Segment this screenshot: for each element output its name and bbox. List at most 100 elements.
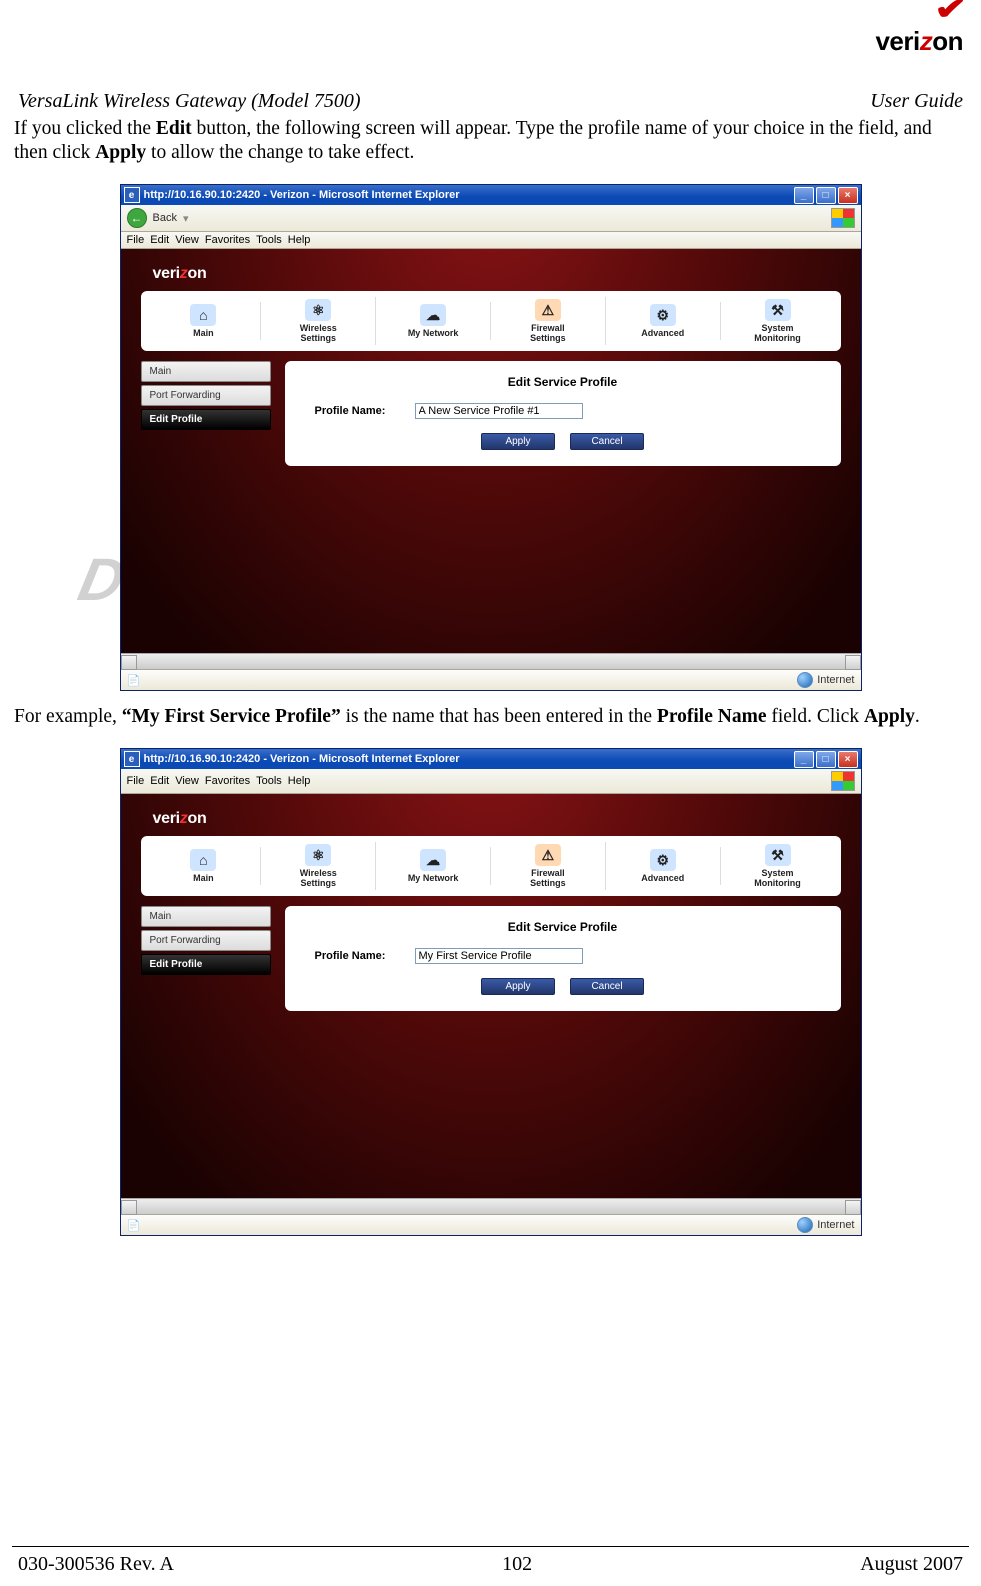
cancel-button[interactable]: Cancel xyxy=(570,433,644,450)
close-button[interactable]: × xyxy=(838,187,858,204)
profile-name-input[interactable] xyxy=(415,948,583,964)
ie-app-icon: e xyxy=(124,187,140,203)
nav-wireless[interactable]: ⚛Wireless Settings xyxy=(261,842,376,890)
ie-toolbar: ← Back ▾ xyxy=(121,205,861,232)
status-page-icon: 📄 xyxy=(127,674,141,687)
side-port-forwarding[interactable]: Port Forwarding xyxy=(141,385,271,406)
profile-name-input[interactable] xyxy=(415,403,583,419)
apply-button[interactable]: Apply xyxy=(481,433,555,450)
window-titlebar: e http://10.16.90.10:2420 - Verizon - Mi… xyxy=(121,185,861,205)
cancel-button[interactable]: Cancel xyxy=(570,978,644,995)
internet-zone-icon xyxy=(797,1217,813,1233)
doc-role: User Guide xyxy=(870,90,963,113)
side-edit-profile[interactable]: Edit Profile xyxy=(141,409,271,430)
side-menu: Main Port Forwarding Edit Profile xyxy=(141,361,271,466)
monitoring-icon: ⚒ xyxy=(765,299,791,321)
brand-name: verizon xyxy=(875,26,963,56)
profile-name-label: Profile Name: xyxy=(315,405,405,417)
ie-app-icon: e xyxy=(124,751,140,767)
back-label[interactable]: Back xyxy=(153,212,177,224)
nav-main[interactable]: ⌂Main xyxy=(147,847,262,885)
footer-right: August 2007 xyxy=(860,1553,963,1576)
close-button[interactable]: × xyxy=(838,751,858,768)
side-menu: Main Port Forwarding Edit Profile xyxy=(141,906,271,1011)
window-title: http://10.16.90.10:2420 - Verizon - Micr… xyxy=(144,753,794,765)
windows-flag-icon xyxy=(831,771,855,791)
advanced-icon: ⚙ xyxy=(650,304,676,326)
footer-left: 030-300536 Rev. A xyxy=(18,1553,174,1576)
side-main[interactable]: Main xyxy=(141,906,271,927)
nav-system-monitoring[interactable]: ⚒System Monitoring xyxy=(721,842,835,890)
network-icon: ☁ xyxy=(420,849,446,871)
monitoring-icon: ⚒ xyxy=(765,844,791,866)
nav-my-network[interactable]: ☁My Network xyxy=(376,847,491,885)
maximize-button[interactable]: □ xyxy=(816,751,836,768)
network-icon: ☁ xyxy=(420,304,446,326)
router-page: verizon ⌂Main ⚛Wireless Settings ☁My Net… xyxy=(121,794,861,1198)
wireless-icon: ⚛ xyxy=(305,844,331,866)
side-main[interactable]: Main xyxy=(141,361,271,382)
status-page-icon: 📄 xyxy=(127,1219,141,1232)
horizontal-scrollbar[interactable] xyxy=(121,653,861,669)
back-icon[interactable]: ← xyxy=(127,208,147,228)
nav-advanced[interactable]: ⚙Advanced xyxy=(606,847,721,885)
panel-title: Edit Service Profile xyxy=(299,920,827,934)
menu-favorites[interactable]: Favorites xyxy=(205,775,250,787)
top-nav: ⌂Main ⚛Wireless Settings ☁My Network ⚠Fi… xyxy=(141,291,841,351)
ie-statusbar: 📄 Internet xyxy=(121,669,861,690)
router-page: verizon ⌂Main ⚛Wireless Settings ☁My Net… xyxy=(121,249,861,653)
menu-tools[interactable]: Tools xyxy=(256,775,282,787)
horizontal-scrollbar[interactable] xyxy=(121,1198,861,1214)
home-icon: ⌂ xyxy=(190,849,216,871)
minimize-button[interactable]: _ xyxy=(794,187,814,204)
nav-wireless[interactable]: ⚛Wireless Settings xyxy=(261,297,376,345)
profile-name-label: Profile Name: xyxy=(315,950,405,962)
nav-my-network[interactable]: ☁My Network xyxy=(376,302,491,340)
doc-title: VersaLink Wireless Gateway (Model 7500) xyxy=(18,90,361,113)
home-icon: ⌂ xyxy=(190,304,216,326)
ie-menubar: File Edit View Favorites Tools Help xyxy=(121,769,861,794)
brand-logo-top: ✔ verizon xyxy=(875,8,963,57)
internet-zone-icon xyxy=(797,672,813,688)
maximize-button[interactable]: □ xyxy=(816,187,836,204)
firewall-icon: ⚠ xyxy=(535,844,561,866)
menu-help[interactable]: Help xyxy=(288,775,311,787)
firewall-icon: ⚠ xyxy=(535,299,561,321)
status-zone-label: Internet xyxy=(817,674,854,686)
running-header: VersaLink Wireless Gateway (Model 7500) … xyxy=(12,90,969,115)
paragraph-2: For example, “My First Service Profile” … xyxy=(12,705,969,729)
menu-view[interactable]: View xyxy=(175,234,199,246)
window-titlebar: e http://10.16.90.10:2420 - Verizon - Mi… xyxy=(121,749,861,769)
advanced-icon: ⚙ xyxy=(650,849,676,871)
apply-button[interactable]: Apply xyxy=(481,978,555,995)
menu-edit[interactable]: Edit xyxy=(150,234,169,246)
page-footer: 030-300536 Rev. A 102 August 2007 xyxy=(12,1546,969,1576)
nav-main[interactable]: ⌂Main xyxy=(147,302,262,340)
nav-system-monitoring[interactable]: ⚒System Monitoring xyxy=(721,297,835,345)
menu-edit[interactable]: Edit xyxy=(150,775,169,787)
menu-view[interactable]: View xyxy=(175,775,199,787)
logo-check-icon: ✔ xyxy=(934,6,967,14)
footer-page-number: 102 xyxy=(502,1553,532,1576)
screenshot-1: e http://10.16.90.10:2420 - Verizon - Mi… xyxy=(120,184,862,691)
menu-tools[interactable]: Tools xyxy=(256,234,282,246)
menu-favorites[interactable]: Favorites xyxy=(205,234,250,246)
ie-statusbar: 📄 Internet xyxy=(121,1214,861,1235)
menu-file[interactable]: File xyxy=(127,234,145,246)
side-edit-profile[interactable]: Edit Profile xyxy=(141,954,271,975)
paragraph-1: If you clicked the Edit button, the foll… xyxy=(12,117,969,165)
top-nav: ⌂Main ⚛Wireless Settings ☁My Network ⚠Fi… xyxy=(141,836,841,896)
nav-firewall[interactable]: ⚠Firewall Settings xyxy=(491,297,606,345)
status-zone-label: Internet xyxy=(817,1219,854,1231)
minimize-button[interactable]: _ xyxy=(794,751,814,768)
window-title: http://10.16.90.10:2420 - Verizon - Micr… xyxy=(144,189,794,201)
menu-help[interactable]: Help xyxy=(288,234,311,246)
page-brand-logo: verizon xyxy=(153,265,847,283)
side-port-forwarding[interactable]: Port Forwarding xyxy=(141,930,271,951)
menu-file[interactable]: File xyxy=(127,775,145,787)
edit-service-profile-panel: Edit Service Profile Profile Name: Apply… xyxy=(285,361,841,466)
nav-advanced[interactable]: ⚙Advanced xyxy=(606,302,721,340)
nav-firewall[interactable]: ⚠Firewall Settings xyxy=(491,842,606,890)
windows-flag-icon xyxy=(831,208,855,228)
panel-title: Edit Service Profile xyxy=(299,375,827,389)
